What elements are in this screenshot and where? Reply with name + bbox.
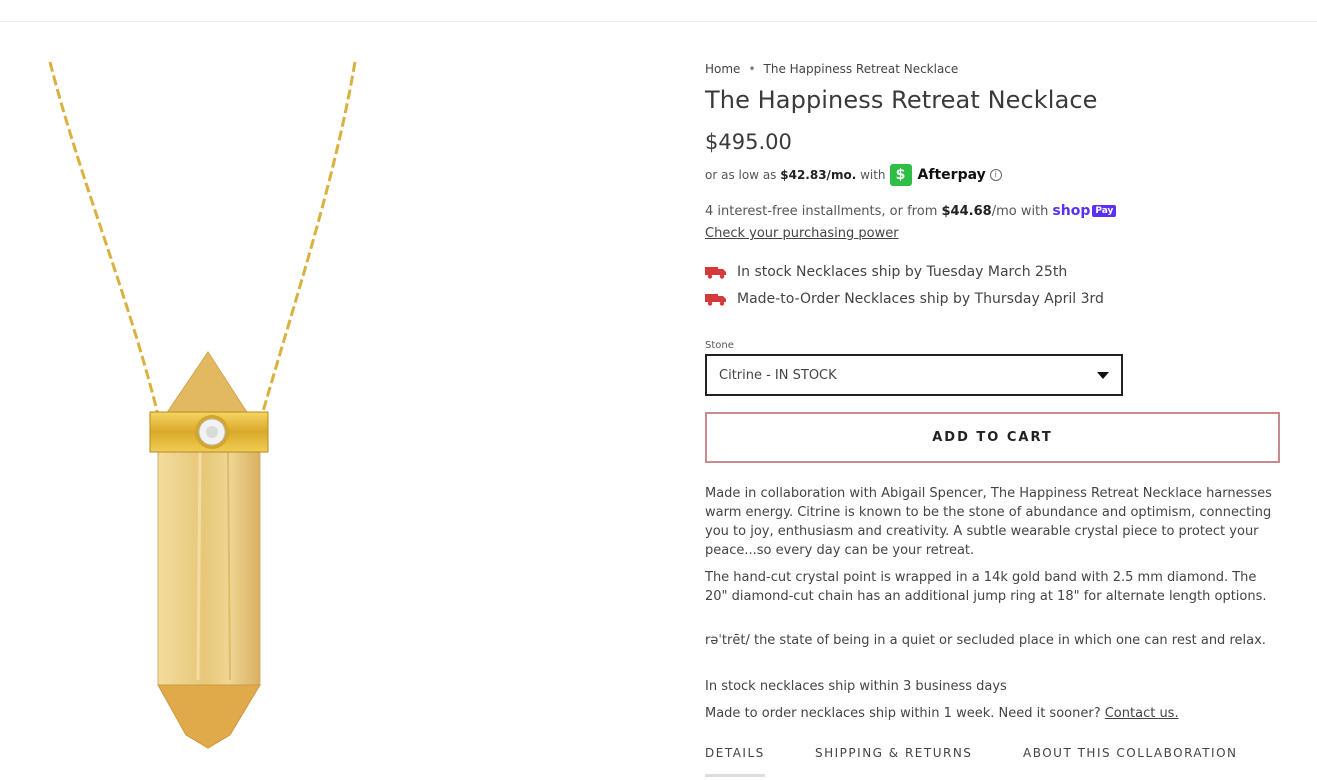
breadcrumb: Home • The Happiness Retreat Necklace <box>705 62 958 76</box>
tab-details[interactable]: DETAILS <box>705 746 765 777</box>
info-icon[interactable]: i <box>989 169 1002 181</box>
shipping-note-text: Made-to-Order Necklaces ship by Thursday… <box>737 291 1104 307</box>
shoppay-amount: $44.68 <box>941 203 992 219</box>
contact-us-link[interactable]: Contact us. <box>1105 706 1179 721</box>
shipping-note-made-to-order: Made-to-Order Necklaces ship by Thursday… <box>705 291 1104 307</box>
stone-label: Stone <box>705 340 734 351</box>
product-tabs: DETAILS SHIPPING & RETURNS ABOUT THIS CO… <box>705 746 1280 777</box>
shop-pay-badge: Pay <box>1092 205 1117 217</box>
stone-select[interactable]: Citrine - IN STOCK <box>705 354 1123 396</box>
afterpay-line: or as low as $42.83/mo. with $ Afterpay … <box>705 164 1002 186</box>
shipping-note-in-stock: In stock Necklaces ship by Tuesday March… <box>705 264 1067 280</box>
afterpay-with: with <box>860 168 886 182</box>
afterpay-amount: $42.83/mo. <box>780 168 857 182</box>
shop-pay-logo: shop <box>1052 203 1091 219</box>
shoppay-suffix: /mo with <box>991 203 1049 219</box>
truck-icon <box>705 294 726 306</box>
shoppay-line: 4 interest-free installments, or from $4… <box>705 203 1117 219</box>
description-paragraph: Made in collaboration with Abigail Spenc… <box>705 486 1272 558</box>
shipping-note-text: In stock Necklaces ship by Tuesday March… <box>737 264 1068 280</box>
stone-select-value: Citrine - IN STOCK <box>719 367 837 383</box>
truck-icon <box>705 267 726 279</box>
product-price: $495.00 <box>705 130 792 154</box>
breadcrumb-current: The Happiness Retreat Necklace <box>763 62 959 76</box>
afterpay-name: Afterpay <box>917 167 986 183</box>
tab-about-collaboration[interactable]: ABOUT THIS COLLABORATION <box>1023 746 1238 760</box>
description-details: The hand-cut crystal point is wrapped in… <box>705 570 1267 604</box>
product-image[interactable] <box>0 22 660 780</box>
chevron-down-icon <box>1097 371 1109 379</box>
afterpay-prefix: or as low as <box>705 168 777 182</box>
shipping-in-stock-note: In stock necklaces ship within 3 busines… <box>705 679 1007 694</box>
made-to-order-text: Made to order necklaces ship within 1 we… <box>705 706 1101 721</box>
top-header-bar <box>0 0 1317 22</box>
necklace-illustration <box>48 61 357 749</box>
check-purchasing-power-link[interactable]: Check your purchasing power <box>705 226 899 241</box>
breadcrumb-home[interactable]: Home <box>705 62 740 76</box>
tab-shipping-returns[interactable]: SHIPPING & RETURNS <box>815 746 972 760</box>
add-to-cart-button[interactable]: ADD TO CART <box>705 412 1280 463</box>
product-title: The Happiness Retreat Necklace <box>705 86 1098 114</box>
shipping-made-to-order-note: Made to order necklaces ship within 1 we… <box>705 704 1280 723</box>
shoppay-text: 4 interest-free installments, or from <box>705 203 938 219</box>
description-definition: rəˈtrēt/ the state of being in a quiet o… <box>705 633 1266 648</box>
afterpay-icon: $ <box>889 164 912 186</box>
breadcrumb-separator: • <box>748 62 756 76</box>
